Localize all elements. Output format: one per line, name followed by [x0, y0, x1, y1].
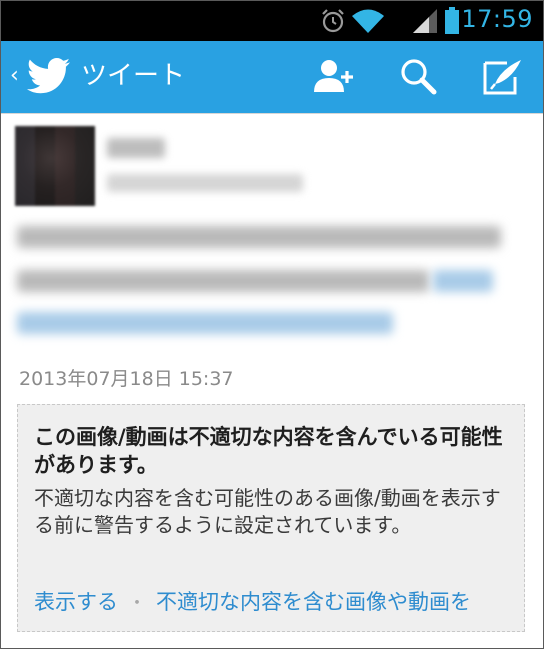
page-title: ツイート	[81, 61, 186, 91]
search-icon	[397, 57, 441, 97]
alarm-icon	[319, 7, 347, 39]
tweet-timestamp: 2013年07月18日 15:37	[19, 368, 234, 390]
signal-icon	[411, 7, 439, 39]
add-user-icon	[311, 57, 355, 97]
action-bar: ‹ ツイート	[1, 41, 543, 113]
back-chevron-icon: ‹	[10, 63, 19, 88]
user-name-redacted[interactable]	[107, 138, 165, 158]
show-media-link[interactable]: 表示する	[34, 590, 118, 614]
separator-dot: ・	[128, 593, 146, 614]
add-user-button[interactable]	[311, 57, 355, 97]
app-frame: 17:59 ‹ ツイート 2013年07月18日 15:37 この画像/動画は不…	[0, 0, 544, 649]
battery-icon	[444, 7, 460, 39]
compose-button[interactable]	[481, 57, 525, 97]
warning-title: この画像/動画は不適切な内容を含んでいる可能性があります。	[34, 425, 503, 477]
twitter-bird-icon	[27, 57, 71, 99]
avatar[interactable]	[15, 126, 95, 206]
sensitive-media-warning: この画像/動画は不適切な内容を含んでいる可能性があります。 不適切な内容を含む可…	[17, 404, 525, 632]
compose-icon	[481, 57, 525, 97]
status-bar: 17:59	[1, 1, 543, 41]
search-button[interactable]	[397, 57, 441, 97]
warning-actions: 表示する・不適切な内容を含む画像や動画を	[34, 588, 471, 618]
up-navigation[interactable]: ‹ ツイート	[1, 41, 191, 113]
sensitive-settings-link[interactable]: 不適切な内容を含む画像や動画を	[156, 590, 471, 614]
tweet-detail: 2013年07月18日 15:37 この画像/動画は不適切な内容を含んでいる可能…	[1, 113, 543, 648]
status-time: 17:59	[461, 5, 533, 33]
wifi-icon	[351, 7, 385, 39]
warning-body: 不適切な内容を含む可能性のある画像/動画を表示する前に警告するように設定されてい…	[34, 486, 501, 537]
user-handle-redacted	[107, 174, 303, 192]
